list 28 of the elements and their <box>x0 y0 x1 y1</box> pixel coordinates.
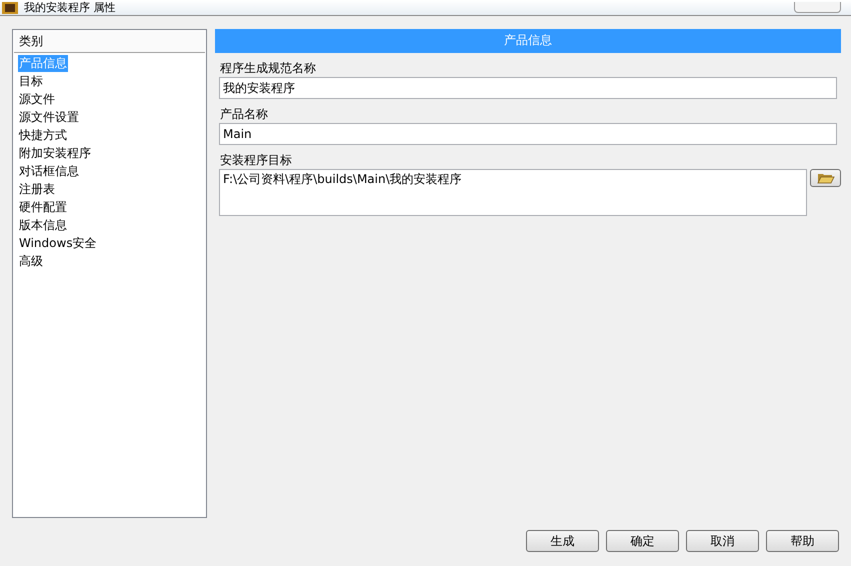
sidebar-item[interactable]: 附加安装程序 <box>18 144 92 162</box>
folder-icon <box>816 172 834 184</box>
sidebar-item[interactable]: Windows安全 <box>18 234 98 252</box>
sidebar-item[interactable]: 源文件 <box>18 90 56 108</box>
section-header: 产品信息 <box>215 29 841 53</box>
dialog-button[interactable]: 取消 <box>686 530 759 552</box>
sidebar-item[interactable]: 版本信息 <box>18 216 68 234</box>
field-label: 安装程序目标 <box>219 153 293 167</box>
list-header: 类别 <box>14 31 205 53</box>
window-title: 我的安装程序 属性 <box>24 0 116 14</box>
input-field[interactable]: Main <box>219 123 837 145</box>
sidebar-item[interactable]: 高级 <box>18 252 44 270</box>
field-label: 程序生成规范名称 <box>219 61 317 75</box>
sidebar-item[interactable]: 硬件配置 <box>18 198 68 216</box>
dialog-button[interactable]: 生成 <box>526 530 599 552</box>
path-field[interactable]: F:\公司资料\程序\builds\Main\我的安装程序 <box>219 169 807 216</box>
dialog-button[interactable]: 确定 <box>606 530 679 552</box>
app-icon <box>2 2 18 14</box>
field-label: 产品名称 <box>219 107 269 121</box>
sidebar-item[interactable]: 源文件设置 <box>18 108 80 126</box>
dialog-button[interactable]: 帮助 <box>766 530 839 552</box>
close-button[interactable] <box>794 2 841 13</box>
browse-button[interactable] <box>810 169 841 187</box>
sidebar-item[interactable]: 对话框信息 <box>18 162 80 180</box>
sidebar-item[interactable]: 快捷方式 <box>18 126 68 144</box>
sidebar-item[interactable]: 注册表 <box>18 180 56 198</box>
sidebar-item[interactable]: 目标 <box>18 72 44 90</box>
input-field[interactable]: 我的安装程序 <box>219 77 837 99</box>
